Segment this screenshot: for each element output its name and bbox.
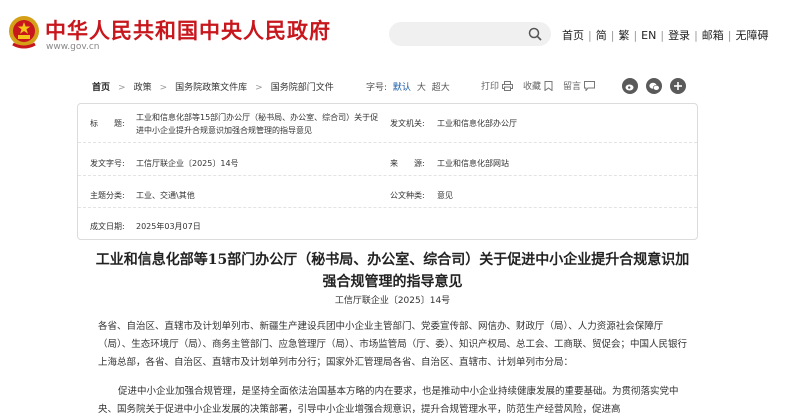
nav-traditional[interactable]: 繁 [618,29,629,42]
breadcrumb-policy[interactable]: 政策 [134,83,152,93]
breadcrumb-department-docs[interactable]: 国务院部门文件 [271,83,334,93]
chevron-right-icon: > [255,83,263,93]
docno-label: 发文字号: [90,159,125,168]
date-value: 2025年03月07日 [136,222,201,231]
search-icon[interactable] [528,27,542,41]
info-row-docno: 发文字号: 工信厅联企业〔2025〕14号 来 源: 工业和信息化部网站 [78,143,697,176]
comment-button[interactable]: 留言 [563,79,596,92]
article-title: 工业和信息化部等15部门办公厅（秘书局、办公室、综合司）关于促进中小企业提升合规… [95,252,690,290]
font-size-default[interactable]: 默认 [393,83,411,93]
info-row-category: 主题分类: 工业、交通\其他 公文种类: 意见 [78,176,697,208]
title-label: 标 题: [90,119,125,128]
info-row-date: 成文日期: 2025年03月07日 [78,208,697,240]
site-title[interactable]: 中华人民共和国中央人民政府 [45,15,331,45]
favorite-label: 收藏 [523,82,542,92]
font-size-control: 字号: 默认 大 超大 [366,80,450,93]
docno-value: 工信厅联企业〔2025〕14号 [136,159,239,168]
nav-simplified[interactable]: 简 [596,29,607,42]
nav-mailbox[interactable]: 邮箱 [702,29,724,42]
chevron-right-icon: > [118,83,126,93]
article-paragraph-addressees: 各省、自治区、直辖市及计划单列市、新疆生产建设兵团中小企业主管部门、党委宣传部、… [98,321,688,368]
category-value: 工业、交通\其他 [136,191,195,200]
print-button[interactable]: 打印 [481,79,514,92]
info-row-title: 标 题: 工业和信息化部等15部门办公厅（秘书局、办公室、综合司）关于促进中小企… [78,104,697,143]
search-input[interactable] [389,22,551,46]
nav-english[interactable]: EN [641,29,656,42]
issuer-label: 发文机关: [390,119,425,128]
more-share-icon[interactable] [670,78,686,94]
type-label: 公文种类: [390,191,425,200]
comment-label: 留言 [563,82,582,92]
type-value: 意见 [437,191,453,200]
favorite-button[interactable]: 收藏 [523,79,553,92]
nav-login[interactable]: 登录 [668,29,690,42]
chevron-right-icon: > [159,83,168,93]
wechat-share-icon[interactable] [646,78,662,94]
document-info-table: 标 题: 工业和信息化部等15部门办公厅（秘书局、办公室、综合司）关于促进中小企… [77,103,698,240]
comment-icon [584,80,596,91]
article-paragraph-intro: 促进中小企业加强合规管理，是坚持全面依法治国基本方略的内在要求，也是推动中小企业… [98,386,679,415]
top-nav: 首页 | 简 | 繁 | EN | 登录 | 邮箱 | 无障碍 [562,29,769,42]
breadcrumb-home[interactable]: 首页 [92,83,110,93]
nav-home[interactable]: 首页 [562,29,584,42]
national-emblem-icon[interactable] [7,14,41,50]
share-bar [622,78,694,94]
breadcrumb: 首页 > 政策 > 国务院政策文件库 > 国务院部门文件 [92,80,334,93]
article-doc-number: 工信厅联企业〔2025〕14号 [334,296,451,306]
source-label: 来 源: [390,159,425,168]
font-size-xlarge[interactable]: 超大 [432,83,450,93]
font-size-large[interactable]: 大 [417,83,426,93]
site-header: 中华人民共和国中央人民政府 www.gov.cn 首页 | 简 | 繁 | EN | 登录 | 邮箱… [0,0,785,68]
printer-icon [502,80,514,91]
title-value: 工业和信息化部等15部门办公厅（秘书局、办公室、综合司）关于促进中小企业提升合规… [136,113,379,135]
print-label: 打印 [481,82,500,92]
weibo-share-icon[interactable] [622,78,638,94]
category-label: 主题分类: [90,191,125,200]
font-size-label: 字号: [366,83,388,93]
site-url: www.gov.cn [46,42,100,52]
article-tools: 打印 收藏 留言 [481,79,605,92]
issuer-value: 工业和信息化部办公厅 [437,119,517,128]
nav-accessibility[interactable]: 无障碍 [736,29,769,42]
source-value: 工业和信息化部网站 [437,159,509,168]
date-label: 成文日期: [90,222,125,231]
bookmark-icon [544,80,553,91]
breadcrumb-policy-library[interactable]: 国务院政策文件库 [175,83,247,93]
